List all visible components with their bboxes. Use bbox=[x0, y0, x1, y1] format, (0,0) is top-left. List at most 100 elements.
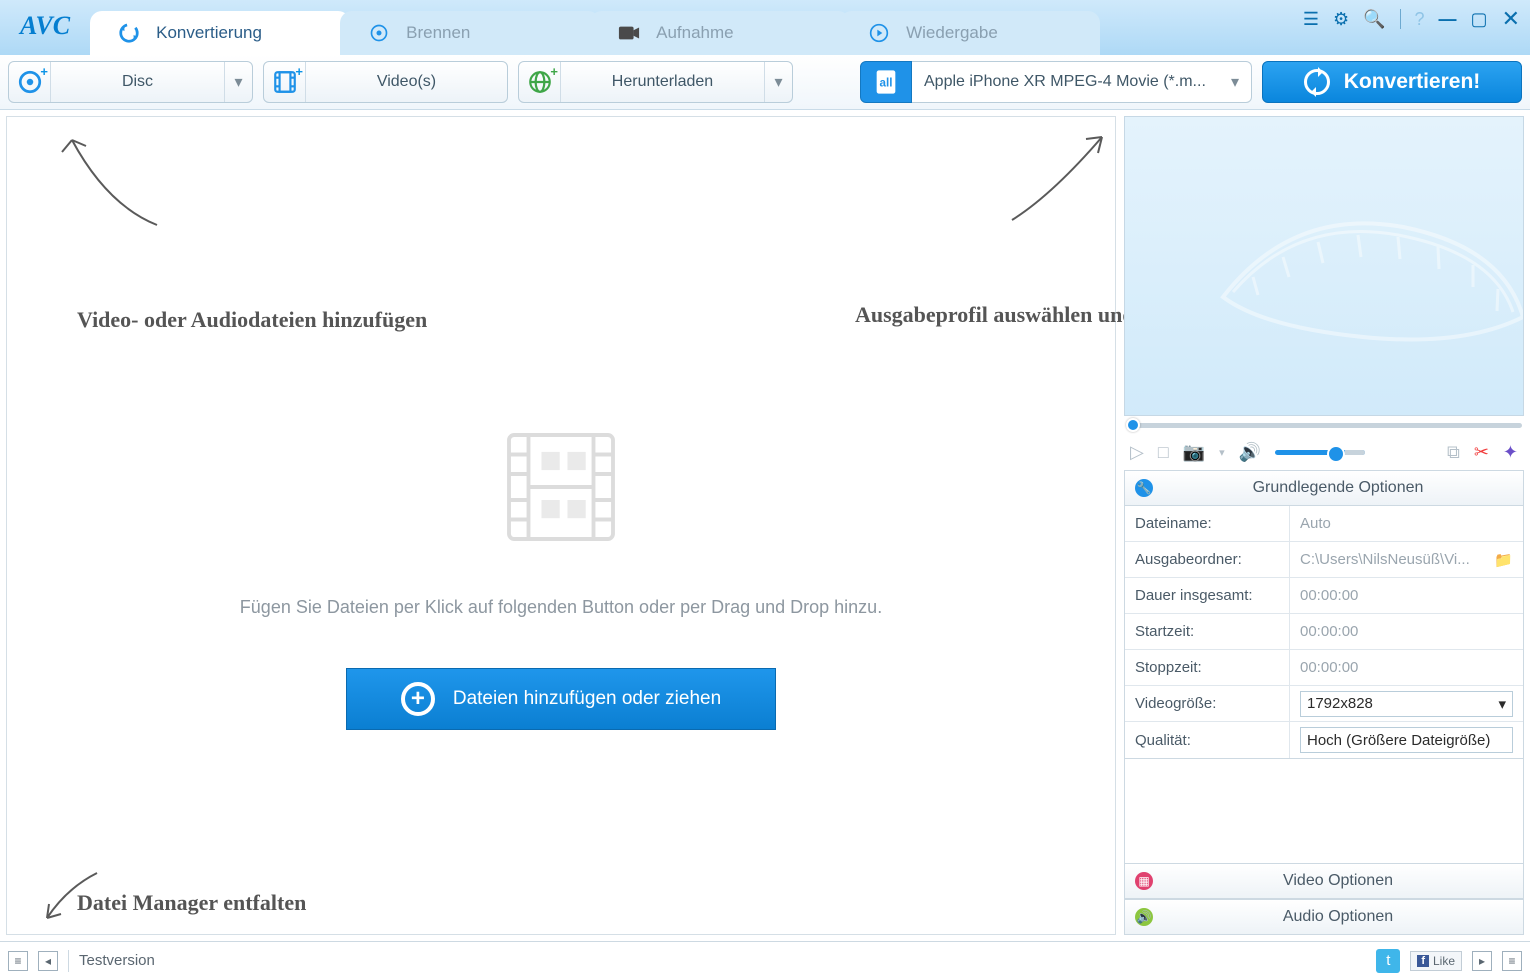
tab-record[interactable]: Aufnahme bbox=[590, 11, 850, 55]
hint-arrow-icon bbox=[47, 125, 167, 235]
panel-collapse-left[interactable]: ◂ bbox=[38, 951, 58, 971]
profile-device-icon[interactable]: all bbox=[860, 61, 912, 103]
panel-toggle-right[interactable]: ≡ bbox=[1502, 951, 1522, 971]
panel-title: Video Optionen bbox=[1163, 872, 1513, 890]
play-icon[interactable]: ▷ bbox=[1130, 442, 1144, 463]
titlebar: AVC Konvertierung Brennen Aufnahme Wiede… bbox=[0, 0, 1530, 55]
button-label: Disc bbox=[51, 73, 224, 91]
basic-options-header[interactable]: 🔧 Grundlegende Optionen bbox=[1124, 470, 1524, 506]
output-profile-select[interactable]: Apple iPhone XR MPEG-4 Movie (*.m... ▾ bbox=[912, 61, 1252, 103]
button-label: Konvertieren! bbox=[1344, 70, 1481, 94]
hint-arrow-icon bbox=[1007, 125, 1117, 225]
opt-outdir-label: Ausgabeordner: bbox=[1125, 542, 1290, 577]
main-tabs: Konvertierung Brennen Aufnahme Wiedergab… bbox=[90, 0, 1100, 55]
tab-label: Konvertierung bbox=[156, 23, 262, 43]
twitter-icon[interactable]: t bbox=[1376, 949, 1400, 973]
opt-start-value[interactable]: 00:00:00 bbox=[1290, 614, 1523, 649]
opt-outdir-value[interactable]: C:\Users\NilsNeusüß\Vi...📁 bbox=[1290, 542, 1523, 577]
filmstrip-icon bbox=[496, 427, 626, 547]
chevron-down-icon[interactable]: ▾ bbox=[224, 62, 252, 102]
side-panel: ▷ □ 📷 ▾ 🔊 ⧉ ✂ ✦ 🔧 Grundlegende Optionen … bbox=[1124, 116, 1524, 935]
stop-icon[interactable]: □ bbox=[1158, 442, 1169, 463]
opt-filename-value[interactable]: Auto bbox=[1290, 506, 1523, 541]
tab-play[interactable]: Wiedergabe bbox=[840, 11, 1100, 55]
hint-add-files: Video- oder Audiodateien hinzufügen bbox=[77, 307, 427, 333]
panel-toggle-left[interactable]: ≡ bbox=[8, 951, 28, 971]
window-controls: ☰ ⚙ 🔍 ? — ▢ ✕ bbox=[1303, 6, 1520, 32]
wrench-icon: 🔧 bbox=[1135, 479, 1153, 497]
version-label: Testversion bbox=[79, 952, 155, 969]
options-spacer bbox=[1124, 759, 1524, 863]
disc-icon bbox=[368, 22, 390, 44]
panel-title: Audio Optionen bbox=[1163, 908, 1513, 926]
tab-label: Aufnahme bbox=[656, 23, 734, 43]
opt-duration-value: 00:00:00 bbox=[1290, 578, 1523, 613]
disc-add-icon: + bbox=[9, 62, 51, 102]
settings-icon[interactable]: ⚙ bbox=[1333, 9, 1349, 30]
film-add-icon: + bbox=[264, 62, 306, 102]
list-icon[interactable]: ☰ bbox=[1303, 9, 1319, 30]
effects-icon[interactable]: ✦ bbox=[1503, 442, 1518, 463]
output-profile: all Apple iPhone XR MPEG-4 Movie (*.m...… bbox=[860, 61, 1252, 103]
scissors-icon[interactable]: ✂ bbox=[1474, 442, 1489, 463]
globe-add-icon: + bbox=[519, 62, 561, 102]
refresh-icon bbox=[118, 22, 140, 44]
folder-icon[interactable]: 📁 bbox=[1494, 551, 1513, 569]
search-icon[interactable]: 🔍 bbox=[1363, 9, 1385, 30]
opt-stop-value[interactable]: 00:00:00 bbox=[1290, 650, 1523, 685]
audio-icon: 🔊 bbox=[1135, 908, 1153, 926]
convert-button[interactable]: Konvertieren! bbox=[1262, 61, 1522, 103]
convert-icon bbox=[1304, 69, 1330, 95]
hint-file-manager: Datei Manager entfalten bbox=[77, 890, 306, 916]
opt-size-label: Videogröße: bbox=[1125, 686, 1290, 721]
panel-collapse-right[interactable]: ▸ bbox=[1472, 951, 1492, 971]
profile-value: Apple iPhone XR MPEG-4 Movie (*.m... bbox=[924, 73, 1206, 91]
video-icon: ▦ bbox=[1135, 872, 1153, 890]
minimize-icon[interactable]: — bbox=[1439, 9, 1457, 30]
panel-title: Grundlegende Optionen bbox=[1163, 479, 1513, 497]
play-circle-icon bbox=[868, 22, 890, 44]
seek-slider[interactable] bbox=[1124, 416, 1524, 434]
chevron-down-icon[interactable]: ▾ bbox=[764, 62, 792, 102]
add-disc-button[interactable]: + Disc ▾ bbox=[8, 61, 253, 103]
opt-size-select[interactable]: 1792x828▾ bbox=[1290, 686, 1523, 721]
opt-quality-select[interactable]: Hoch (Größere Dateigröße) bbox=[1290, 722, 1523, 758]
chevron-down-icon: ▾ bbox=[1231, 72, 1239, 92]
crop-icon[interactable]: ⧉ bbox=[1447, 442, 1460, 463]
main-area: Video- oder Audiodateien hinzufügen Ausg… bbox=[0, 110, 1530, 941]
video-options-header[interactable]: ▦ Video Optionen bbox=[1124, 863, 1524, 899]
button-label: Dateien hinzufügen oder ziehen bbox=[453, 688, 721, 710]
download-button[interactable]: + Herunterladen ▾ bbox=[518, 61, 793, 103]
volume-slider[interactable] bbox=[1275, 450, 1365, 455]
app-logo: AVC bbox=[0, 11, 90, 55]
drop-message: Fügen Sie Dateien per Klick auf folgende… bbox=[240, 597, 882, 618]
player-controls: ▷ □ 📷 ▾ 🔊 ⧉ ✂ ✦ bbox=[1124, 434, 1524, 470]
filmreel-icon bbox=[1203, 177, 1524, 377]
tab-label: Brennen bbox=[406, 23, 470, 43]
opt-filename-label: Dateiname: bbox=[1125, 506, 1290, 541]
basic-options-table: Dateiname:Auto Ausgabeordner:C:\Users\Ni… bbox=[1124, 506, 1524, 759]
volume-icon[interactable]: 🔊 bbox=[1239, 442, 1261, 463]
tab-convert[interactable]: Konvertierung bbox=[90, 11, 350, 55]
chevron-down-icon[interactable]: ▾ bbox=[1219, 446, 1225, 459]
maximize-icon[interactable]: ▢ bbox=[1471, 9, 1488, 30]
opt-duration-label: Dauer insgesamt: bbox=[1125, 578, 1290, 613]
statusbar: ≡ ◂ Testversion t fLike ▸ ≡ bbox=[0, 941, 1530, 979]
separator bbox=[1400, 9, 1401, 29]
drop-zone[interactable]: Video- oder Audiodateien hinzufügen Ausg… bbox=[6, 116, 1116, 935]
button-label: Video(s) bbox=[306, 73, 507, 91]
plus-circle-icon: + bbox=[401, 682, 435, 716]
add-files-button[interactable]: + Dateien hinzufügen oder ziehen bbox=[346, 668, 776, 730]
opt-start-label: Startzeit: bbox=[1125, 614, 1290, 649]
tab-label: Wiedergabe bbox=[906, 23, 998, 43]
add-videos-button[interactable]: + Video(s) bbox=[263, 61, 508, 103]
close-icon[interactable]: ✕ bbox=[1502, 6, 1520, 32]
button-label: Herunterladen bbox=[561, 73, 764, 91]
help-icon[interactable]: ? bbox=[1415, 9, 1425, 30]
preview-pane bbox=[1124, 116, 1524, 416]
facebook-like-button[interactable]: fLike bbox=[1410, 951, 1462, 971]
audio-options-header[interactable]: 🔊 Audio Optionen bbox=[1124, 899, 1524, 935]
opt-stop-label: Stoppzeit: bbox=[1125, 650, 1290, 685]
snapshot-icon[interactable]: 📷 bbox=[1183, 442, 1205, 463]
tab-burn[interactable]: Brennen bbox=[340, 11, 600, 55]
